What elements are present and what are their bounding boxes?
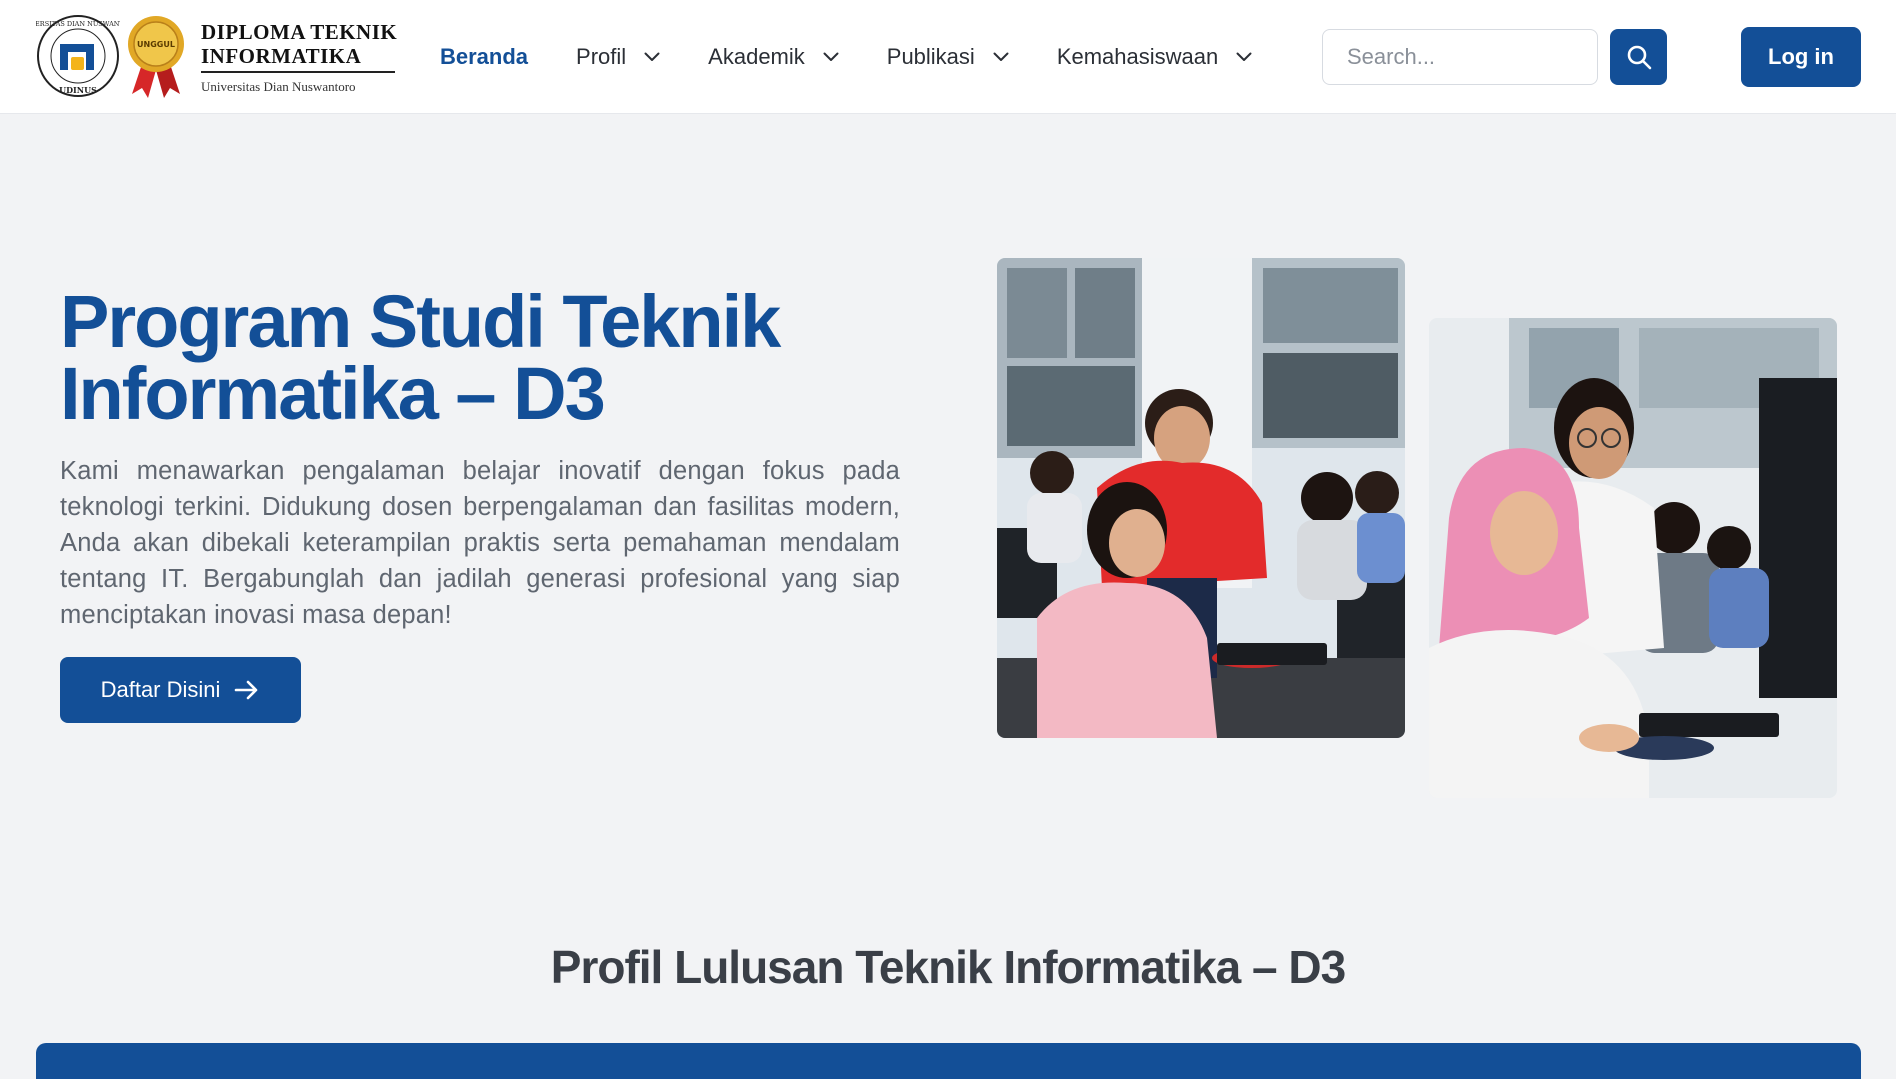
chevron-down-icon xyxy=(993,52,1009,62)
brand-text: DIPLOMA TEKNIK INFORMATIKA Universitas D… xyxy=(201,20,398,95)
brand-line-2: INFORMATIKA xyxy=(201,44,362,68)
accreditation-medal-icon: UNGGUL xyxy=(128,16,184,98)
nav-item-label: Akademik xyxy=(708,44,805,69)
brand-line-1: DIPLOMA TEKNIK xyxy=(201,20,398,44)
register-button-label: Daftar Disini xyxy=(100,677,221,702)
medal-text: UNGGUL xyxy=(137,40,175,49)
nav-item-label: Beranda xyxy=(440,44,529,69)
brand-logo[interactable]: UNIVERSITAS DIAN NUSWANTORO UDINUS UNGGU… xyxy=(36,12,398,102)
profil-lulusan-banner xyxy=(36,1043,1861,1079)
chevron-down-icon xyxy=(823,52,839,62)
chevron-down-icon xyxy=(1236,52,1252,62)
hero-description: Kami menawarkan pengalaman belajar inova… xyxy=(60,457,900,629)
arrow-right-icon xyxy=(234,679,260,701)
site-header: UNIVERSITAS DIAN NUSWANTORO UDINUS UNGGU… xyxy=(0,0,1896,114)
nav-item-kemahasiswaan[interactable]: Kemahasiswaan xyxy=(1057,32,1252,82)
hero-title-line-1: Program Studi Teknik xyxy=(60,280,781,363)
nav-item-profil[interactable]: Profil xyxy=(576,32,660,82)
nav-item-label: Publikasi xyxy=(886,44,975,69)
nav-item-label: Profil xyxy=(576,44,627,69)
search-icon xyxy=(1627,45,1651,70)
login-button[interactable]: Log in xyxy=(1741,27,1861,87)
hero-photo-students-computers xyxy=(1429,318,1837,798)
hero-title-line-2: Informatika – D3 xyxy=(60,352,606,435)
search-button[interactable] xyxy=(1610,29,1667,85)
register-button[interactable]: Daftar Disini xyxy=(60,657,301,723)
section-title-profil-lulusan: Profil Lulusan Teknik Informatika – D3 xyxy=(550,941,1346,993)
chevron-down-icon xyxy=(644,52,660,62)
seal-text-top: UNIVERSITAS DIAN NUSWANTORO xyxy=(36,20,120,28)
search-input[interactable] xyxy=(1322,29,1598,85)
brand-divider xyxy=(201,71,395,73)
udinus-seal-icon: UNIVERSITAS DIAN NUSWANTORO UDINUS xyxy=(36,15,120,97)
nav-item-akademik[interactable]: Akademik xyxy=(708,32,839,82)
seal-text-bottom: UDINUS xyxy=(59,85,97,95)
nav-item-beranda[interactable]: Beranda xyxy=(440,32,528,82)
main-nav: Beranda Profil Akademik Publikasi Kemaha… xyxy=(440,0,1300,114)
brand-subtitle: Universitas Dian Nuswantoro xyxy=(201,79,356,94)
nav-item-publikasi[interactable]: Publikasi xyxy=(887,32,1009,82)
nav-item-label: Kemahasiswaan xyxy=(1056,44,1219,69)
hero-title: Program Studi Teknik Informatika – D3 xyxy=(60,285,940,431)
hero-photo-lab-lecturer xyxy=(997,258,1405,738)
